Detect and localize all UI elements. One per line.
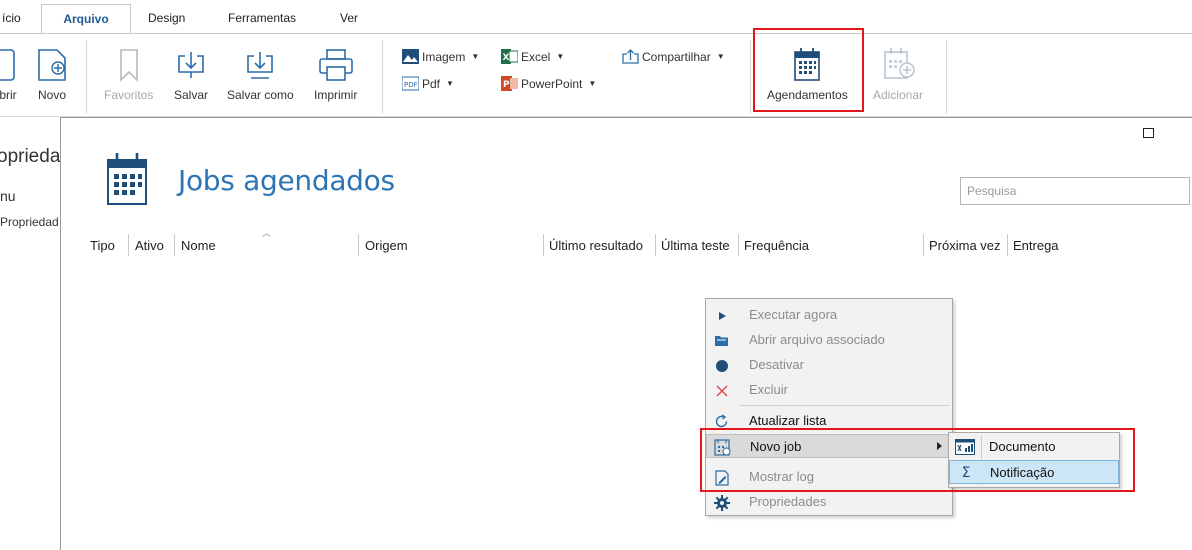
maximize-icon[interactable] bbox=[1143, 128, 1154, 138]
column-header-origem[interactable]: Origem bbox=[365, 238, 408, 253]
tab-ver[interactable]: Ver bbox=[340, 11, 358, 25]
menu-item-excluir[interactable]: Excluir bbox=[706, 378, 952, 402]
column-header-ultima-teste[interactable]: Última teste bbox=[661, 238, 730, 253]
export-powerpoint-button[interactable]: P PowerPoint ▼ bbox=[501, 76, 596, 91]
column-separator[interactable] bbox=[543, 234, 544, 256]
tab-inicio[interactable]: ício bbox=[2, 11, 21, 25]
tab-ferramentas[interactable]: Ferramentas bbox=[228, 11, 296, 25]
ribbon-separator bbox=[382, 40, 383, 114]
ribbon-separator bbox=[750, 40, 751, 114]
column-header-proxima-vez[interactable]: Próxima vez bbox=[929, 238, 1001, 253]
column-separator[interactable] bbox=[174, 234, 175, 256]
save-as-button[interactable]: Salvar como bbox=[227, 48, 294, 102]
share-icon bbox=[622, 49, 639, 64]
share-button[interactable]: Compartilhar ▼ bbox=[622, 49, 725, 64]
add-schedule-button[interactable]: Adicionar bbox=[873, 46, 923, 102]
excel-icon: X bbox=[501, 49, 518, 64]
open-icon bbox=[0, 49, 15, 81]
column-header-ultimo-resultado[interactable]: Último resultado bbox=[549, 238, 643, 253]
export-pdf-button[interactable]: PDF Pdf ▼ bbox=[402, 76, 454, 91]
open-button[interactable]: brir bbox=[0, 48, 22, 102]
sort-ascending-icon: ︿ bbox=[262, 228, 272, 238]
tab-arquivo[interactable]: Arquivo bbox=[41, 4, 131, 34]
close-icon bbox=[713, 382, 730, 399]
gear-icon bbox=[713, 494, 730, 511]
highlight-box bbox=[753, 28, 864, 112]
column-separator[interactable] bbox=[655, 234, 656, 256]
ribbon-tabs: ício Arquivo Design Ferramentas Ver bbox=[0, 0, 1192, 34]
column-separator[interactable] bbox=[128, 234, 129, 256]
calendar-icon bbox=[107, 153, 147, 205]
save-icon bbox=[178, 52, 204, 78]
print-button[interactable]: Imprimir bbox=[314, 48, 357, 102]
column-header-nome[interactable]: Nome bbox=[181, 238, 216, 253]
calendar-add-icon bbox=[884, 48, 915, 79]
menu-item-abrir-arquivo[interactable]: Abrir arquivo associado bbox=[706, 328, 952, 352]
ribbon-separator bbox=[946, 40, 947, 114]
menu-item-propriedades[interactable]: Propriedades bbox=[706, 490, 952, 514]
column-separator[interactable] bbox=[923, 234, 924, 256]
search-input[interactable] bbox=[960, 177, 1190, 205]
save-as-icon bbox=[247, 52, 274, 79]
column-header-tipo[interactable]: Tipo bbox=[90, 238, 115, 253]
dot-icon bbox=[713, 357, 730, 374]
open-folder-icon bbox=[713, 332, 730, 349]
svg-text:PDF: PDF bbox=[404, 81, 418, 89]
highlight-box bbox=[700, 428, 1135, 492]
new-button[interactable]: Novo bbox=[35, 48, 69, 102]
column-separator[interactable] bbox=[358, 234, 359, 256]
image-icon bbox=[402, 49, 419, 64]
properties-item[interactable]: Propriedad bbox=[0, 215, 59, 229]
play-icon bbox=[713, 307, 730, 324]
column-header-frequencia[interactable]: Frequência bbox=[744, 238, 809, 253]
export-image-button[interactable]: Imagem ▼ bbox=[402, 49, 479, 64]
menu-item-executar-agora[interactable]: Executar agora bbox=[706, 303, 952, 327]
svg-text:P: P bbox=[503, 80, 510, 90]
column-header-ativo[interactable]: Ativo bbox=[135, 238, 164, 253]
favorites-button[interactable]: Favoritos bbox=[104, 48, 153, 102]
menu-item-desativar[interactable]: Desativar bbox=[706, 353, 952, 377]
pdf-icon: PDF bbox=[402, 76, 419, 91]
printer-icon bbox=[318, 49, 353, 81]
ribbon-separator bbox=[86, 40, 87, 114]
column-separator[interactable] bbox=[738, 234, 739, 256]
powerpoint-icon: P bbox=[501, 76, 518, 91]
new-file-icon bbox=[38, 49, 66, 81]
column-separator[interactable] bbox=[1007, 234, 1008, 256]
page-title: Jobs agendados bbox=[178, 164, 395, 197]
save-button[interactable]: Salvar bbox=[174, 48, 208, 102]
column-header-entrega[interactable]: Entrega bbox=[1013, 238, 1059, 253]
tab-design[interactable]: Design bbox=[148, 11, 185, 25]
properties-menu-label: nu bbox=[0, 188, 16, 204]
svg-text:X: X bbox=[503, 53, 510, 63]
menu-separator bbox=[740, 405, 950, 406]
export-excel-button[interactable]: X Excel ▼ bbox=[501, 49, 564, 64]
bookmark-icon bbox=[119, 49, 138, 82]
